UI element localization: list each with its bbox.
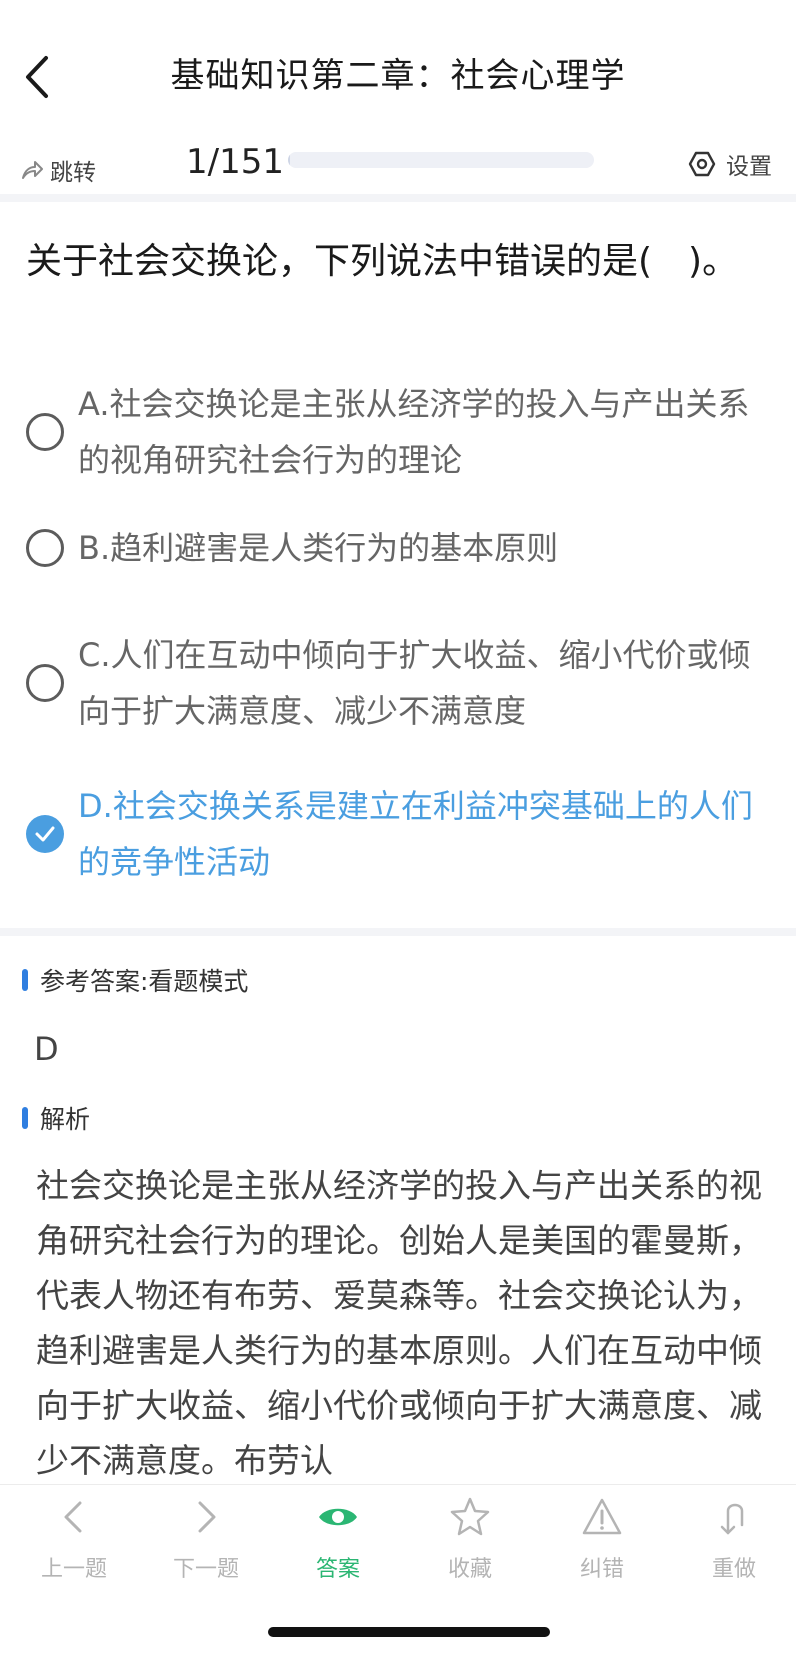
nav-label: 重做 <box>711 1557 756 1582</box>
option-text: B.趋利避害是人类行为的基本原则 <box>78 529 559 567</box>
nav-label: 上一题 <box>40 1557 107 1582</box>
radio-checked[interactable] <box>26 815 64 853</box>
redo-button[interactable]: 重做 <box>684 1495 784 1583</box>
chevron-left-icon <box>64 1501 82 1533</box>
reference-answer-value: D <box>34 1030 59 1068</box>
nav-label: 答案 <box>315 1557 360 1582</box>
next-question-button[interactable]: 下一题 <box>156 1495 256 1583</box>
star-icon <box>450 1497 490 1536</box>
progress-counter: 1/151 <box>186 142 284 182</box>
share-arrow-icon <box>22 161 43 179</box>
option-text: A.社会交换论是主张从经济学的投入与产出关系的视角研究社会行为的理论 <box>78 385 750 479</box>
page-title: 基础知识第二章：社会心理学 <box>170 56 626 96</box>
option-text: D.社会交换关系是建立在利益冲突基础上的人们的竞争性活动 <box>78 787 753 881</box>
nav-label: 下一题 <box>172 1557 239 1582</box>
option-a[interactable]: A.社会交换论是主张从经济学的投入与产出关系的视角研究社会行为的理论 <box>26 376 776 488</box>
redo-icon <box>720 1503 744 1535</box>
nav-label: 收藏 <box>447 1557 492 1582</box>
radio-button[interactable] <box>26 413 64 451</box>
answer-button[interactable]: 答案 <box>288 1495 388 1583</box>
home-indicator <box>268 1627 550 1637</box>
analysis-heading: 解析 <box>22 1100 90 1136</box>
gear-icon <box>688 151 716 177</box>
question-text: 关于社会交换论，下列说法中错误的是( )。 <box>26 241 739 282</box>
jump-button[interactable]: 跳转 <box>20 150 96 190</box>
report-error-button[interactable]: 纠错 <box>552 1495 652 1583</box>
prev-question-button[interactable]: 上一题 <box>24 1495 124 1583</box>
analysis-label: 解析 <box>40 1105 91 1134</box>
divider <box>0 194 796 202</box>
eye-icon <box>319 1508 357 1526</box>
progress-bar <box>288 152 594 168</box>
divider <box>0 928 796 936</box>
option-b[interactable]: B.趋利避害是人类行为的基本原则 <box>26 520 776 576</box>
check-icon <box>35 826 55 842</box>
option-c[interactable]: C.人们在互动中倾向于扩大收益、缩小代价或倾向于扩大满意度、减少不满意度 <box>26 627 776 739</box>
app-header: 基础知识第二章：社会心理学 <box>0 0 796 140</box>
reference-answer-heading: 参考答案:看题模式 <box>22 962 248 998</box>
analysis-text: 社会交换论是主张从经济学的投入与产出关系的视角研究社会行为的理论。创始人是美国的… <box>36 1166 762 1480</box>
favorite-button[interactable]: 收藏 <box>420 1495 520 1583</box>
section-bar <box>22 1107 28 1129</box>
chevron-right-icon <box>198 1501 216 1533</box>
warning-icon <box>582 1498 622 1535</box>
jump-label: 跳转 <box>50 160 96 186</box>
section-bar <box>22 969 28 991</box>
settings-button[interactable]: 设置 <box>688 144 772 184</box>
radio-button[interactable] <box>26 664 64 702</box>
option-text: C.人们在互动中倾向于扩大收益、缩小代价或倾向于扩大满意度、减少不满意度 <box>78 636 751 730</box>
option-d[interactable]: D.社会交换关系是建立在利益冲突基础上的人们的竞争性活动 <box>26 778 776 890</box>
settings-label: 设置 <box>726 154 772 180</box>
nav-label: 纠错 <box>579 1557 624 1582</box>
progress-fill <box>288 152 291 168</box>
question-toolbar: 跳转 1/151 设置 <box>0 140 796 202</box>
radio-button[interactable] <box>26 529 64 567</box>
reference-answer-label: 参考答案:看题模式 <box>40 967 249 996</box>
